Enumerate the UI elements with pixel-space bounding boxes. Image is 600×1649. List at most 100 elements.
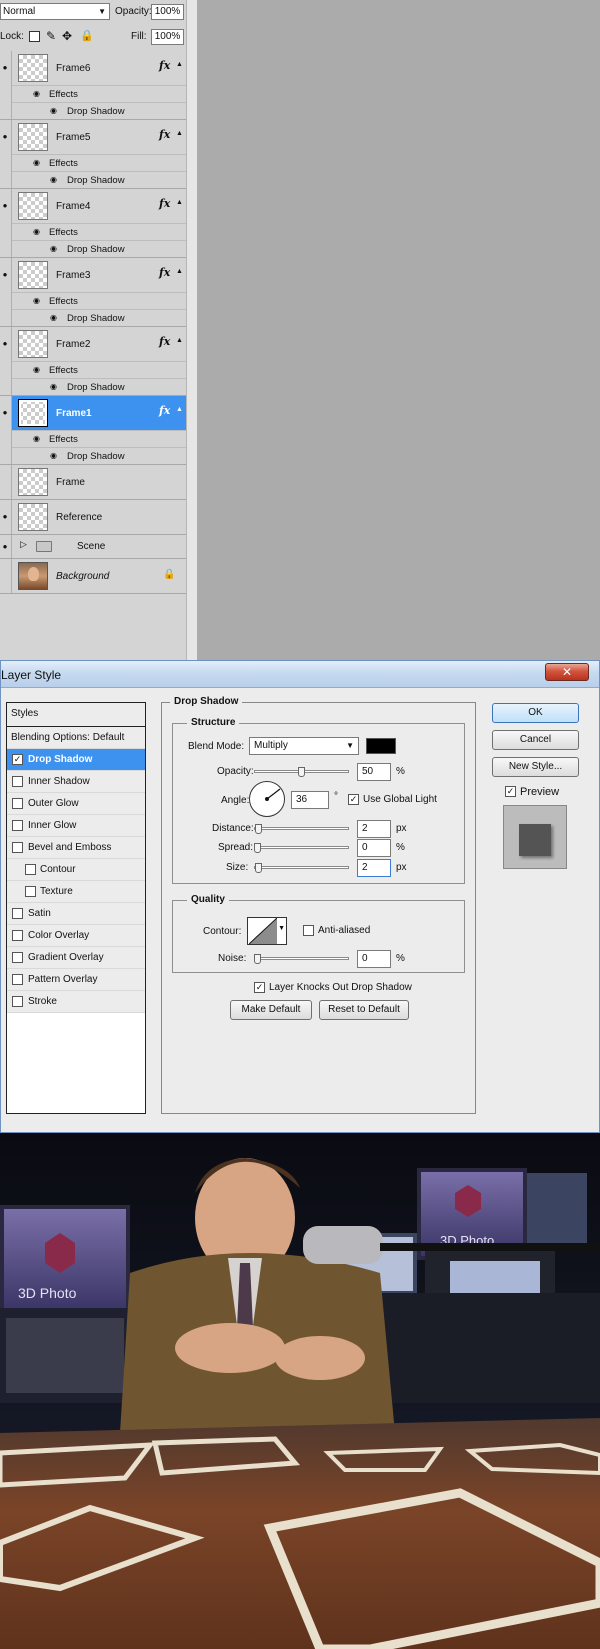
checkbox-checked[interactable]: ✓ (12, 754, 23, 765)
spread-input[interactable]: 0 (357, 839, 391, 857)
eye-icon[interactable]: ◉ (50, 313, 57, 322)
effects-row[interactable]: ◉ Effects (12, 223, 186, 240)
lock-transparent-icon[interactable] (29, 31, 40, 42)
layer-main[interactable]: ▷ Scene (12, 535, 186, 559)
layer-main[interactable]: Frame (12, 465, 186, 500)
style-item-satin[interactable]: Satin (7, 903, 145, 925)
checkbox[interactable] (12, 908, 23, 919)
fx-icon[interactable]: fx (159, 266, 170, 279)
noise-slider[interactable] (254, 957, 349, 960)
checkbox[interactable] (12, 776, 23, 787)
eye-icon[interactable]: ◉ (50, 106, 57, 115)
layer-main[interactable]: Frame6 fx ▲ (12, 51, 186, 86)
effect-drop-shadow-row[interactable]: ◉ Drop Shadow (12, 102, 186, 119)
expand-arrow-icon[interactable]: ▲ (176, 337, 183, 344)
effect-drop-shadow-row[interactable]: ◉ Drop Shadow (12, 378, 186, 395)
style-item-drop-shadow[interactable]: ✓ Drop Shadow (7, 749, 145, 771)
lock-icon[interactable]: 🔒 (80, 29, 94, 42)
blend-mode-select[interactable]: Multiply ▼ (249, 737, 359, 755)
eye-icon[interactable]: ◉ (50, 451, 57, 460)
eye-icon[interactable]: ◉ (33, 89, 40, 98)
checkbox[interactable] (25, 864, 36, 875)
effects-row[interactable]: ◉ Effects (12, 292, 186, 309)
eye-icon[interactable]: ● (0, 513, 10, 521)
angle-input[interactable]: 36 (291, 791, 329, 809)
style-item-bevel-and-emboss[interactable]: Bevel and Emboss (7, 837, 145, 859)
effects-row[interactable]: ◉ Effects (12, 361, 186, 378)
blend-mode-dropdown[interactable]: Normal ▼ (0, 3, 110, 20)
distance-input[interactable]: 2 (357, 820, 391, 838)
eye-icon[interactable]: ◉ (33, 434, 40, 443)
effect-drop-shadow-row[interactable]: ◉ Drop Shadow (12, 447, 186, 464)
layer-row-frame2[interactable]: ● Frame2 fx ▲ ◉ Effects ◉ Drop Shadow (0, 327, 186, 396)
eye-icon[interactable]: ● (0, 543, 10, 551)
opacity-slider-handle[interactable] (298, 767, 305, 777)
layer-row-reference[interactable]: ● Reference (0, 500, 186, 535)
effect-drop-shadow-row[interactable]: ◉ Drop Shadow (12, 309, 186, 326)
checkbox[interactable] (25, 886, 36, 897)
layer-row-background[interactable]: Background 🔒 (0, 559, 186, 594)
effect-drop-shadow-row[interactable]: ◉ Drop Shadow (12, 171, 186, 188)
eye-icon[interactable]: ● (0, 64, 10, 72)
eye-icon[interactable]: ◉ (33, 296, 40, 305)
expand-arrow-icon[interactable]: ▲ (176, 268, 183, 275)
layer-knocks-out-checkbox[interactable]: ✓ (254, 982, 265, 993)
preview-checkbox[interactable]: ✓ (505, 786, 516, 797)
fill-input[interactable]: 100% (151, 29, 184, 45)
expand-arrow-icon[interactable]: ▲ (176, 406, 183, 413)
layer-row-frame3[interactable]: ● Frame3 fx ▲ ◉ Effects ◉ Drop Shadow (0, 258, 186, 327)
layer-main[interactable]: Frame1 fx ▲ (12, 396, 186, 431)
layer-main[interactable]: Reference (12, 500, 186, 535)
layer-main[interactable]: Frame2 fx ▲ (12, 327, 186, 362)
fx-icon[interactable]: fx (159, 335, 170, 348)
ok-button[interactable]: OK (492, 703, 579, 723)
noise-slider-handle[interactable] (254, 954, 261, 964)
effects-row[interactable]: ◉ Effects (12, 154, 186, 171)
layer-row-frame6[interactable]: ● Frame6 fx ▲ ◉ Effects ◉ Drop Shadow (0, 51, 186, 120)
distance-slider[interactable] (254, 827, 349, 830)
eye-icon[interactable]: ● (0, 409, 10, 417)
styles-header[interactable]: Styles (7, 703, 145, 727)
layer-row-frame5[interactable]: ● Frame5 fx ▲ ◉ Effects ◉ Drop Shadow (0, 120, 186, 189)
style-item-contour[interactable]: Contour (7, 859, 145, 881)
eye-icon[interactable]: ◉ (50, 175, 57, 184)
shadow-color-swatch[interactable] (366, 738, 396, 754)
fx-icon[interactable]: fx (159, 404, 170, 417)
use-global-light-checkbox[interactable]: ✓ (348, 794, 359, 805)
style-item-texture[interactable]: Texture (7, 881, 145, 903)
fx-icon[interactable]: fx (159, 59, 170, 72)
expand-triangle-icon[interactable]: ▷ (20, 539, 27, 550)
layer-group-scene[interactable]: ● ▷ Scene (0, 535, 186, 559)
eye-icon[interactable]: ◉ (33, 227, 40, 236)
move-icon[interactable]: ✥ (62, 29, 72, 43)
style-item-inner-shadow[interactable]: Inner Shadow (7, 771, 145, 793)
angle-dial[interactable] (249, 781, 285, 817)
effects-row[interactable]: ◉ Effects (12, 85, 186, 102)
checkbox[interactable] (12, 842, 23, 853)
layer-row-frame1[interactable]: ● Frame1 fx ▲ ◉ Effects ◉ Drop Shadow (0, 396, 186, 465)
effects-row[interactable]: ◉ Effects (12, 430, 186, 447)
checkbox[interactable] (12, 820, 23, 831)
dialog-titlebar[interactable]: Layer Style ✕ (1, 661, 599, 688)
anti-aliased-checkbox[interactable] (303, 925, 314, 936)
layer-main[interactable]: Frame5 fx ▲ (12, 120, 186, 155)
eye-icon[interactable]: ● (0, 340, 10, 348)
checkbox[interactable] (12, 952, 23, 963)
spread-slider-handle[interactable] (254, 843, 261, 853)
layer-main[interactable]: Frame3 fx ▲ (12, 258, 186, 293)
style-item-inner-glow[interactable]: Inner Glow (7, 815, 145, 837)
style-item-pattern-overlay[interactable]: Pattern Overlay (7, 969, 145, 991)
expand-arrow-icon[interactable]: ▲ (176, 130, 183, 137)
spread-slider[interactable] (254, 846, 349, 849)
contour-picker[interactable]: ▼ (247, 917, 287, 945)
close-button[interactable]: ✕ (545, 663, 589, 681)
style-item-stroke[interactable]: Stroke (7, 991, 145, 1013)
fx-icon[interactable]: fx (159, 197, 170, 210)
size-slider[interactable] (254, 866, 349, 869)
expand-arrow-icon[interactable]: ▲ (176, 61, 183, 68)
brush-icon[interactable]: ✎ (46, 29, 56, 43)
eye-icon[interactable]: ● (0, 271, 10, 279)
eye-icon[interactable]: ◉ (50, 382, 57, 391)
reset-to-default-button[interactable]: Reset to Default (319, 1000, 409, 1020)
eye-icon[interactable]: ◉ (33, 365, 40, 374)
